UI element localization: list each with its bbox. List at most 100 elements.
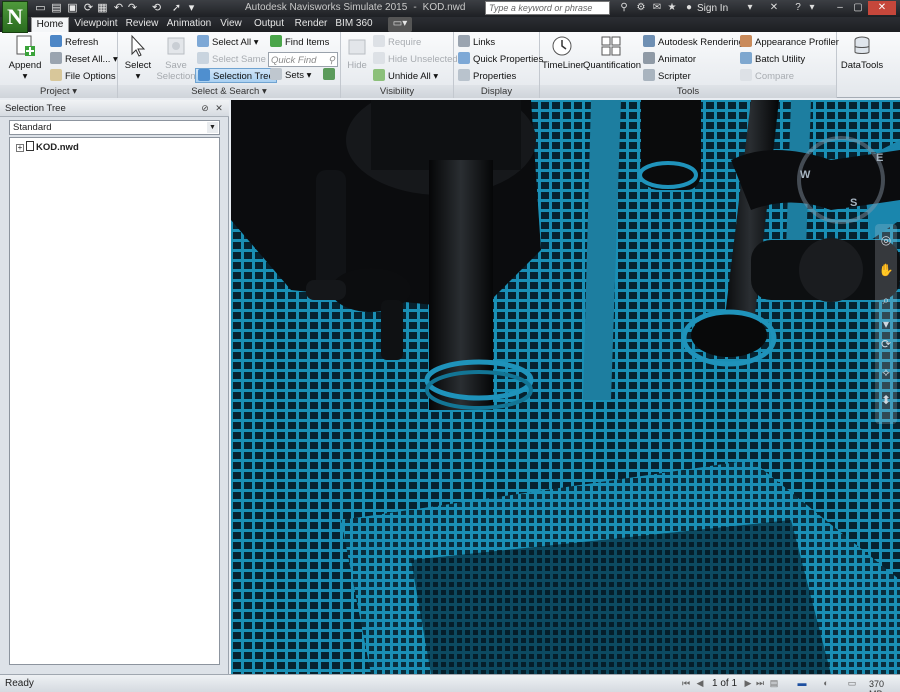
steering-wheel-icon[interactable]: ◎ [878,232,894,248]
communication-center-icon[interactable]: ✉ [651,2,663,14]
tab-view[interactable]: View [217,17,245,32]
next-sheet-icon[interactable]: ▶ [742,678,754,689]
datatools-button[interactable]: DataTools [840,34,884,84]
save-selection-button[interactable]: Save Selection [156,34,196,84]
quick-find-search-icon[interactable]: ⚲ [328,53,335,68]
find-items-button[interactable]: Find Items [270,35,329,50]
undo-icon[interactable]: ↶ [112,2,125,14]
file-options-button[interactable]: File Options [50,69,116,84]
close-button[interactable]: ✕ [868,1,896,15]
help-dropdown-icon[interactable]: ▾ [806,2,818,14]
properties-button[interactable]: Properties [458,69,516,84]
append-button[interactable]: Append ▾ [6,34,44,84]
orbit-icon[interactable]: ⟳ [878,336,894,352]
hide-unselected-label: Hide Unselected [388,54,458,65]
print-icon[interactable]: ▦ [96,2,109,14]
sign-in-button[interactable]: Sign In [697,3,728,14]
zoom-icon[interactable]: ⌕ [878,292,894,308]
animator-label: Animator [658,54,697,65]
favorites-icon[interactable]: ★ [666,2,678,14]
scene-viewport[interactable]: W S E ◎ ✋ ⌕ ▾ ⟳ ⟡ ⬍ [231,100,900,674]
quick-properties-button[interactable]: Quick Properties [458,52,543,67]
scripter-icon [643,69,655,81]
sign-in-dropdown-icon[interactable]: ▾ [744,2,756,14]
minimize-button[interactable]: – [832,1,848,15]
refresh-button[interactable]: Refresh [50,35,98,50]
quick-find-input[interactable]: Quick Find ⚲ [268,52,338,67]
sheet-browser-icon[interactable]: ▤ [768,678,780,689]
scripter-button[interactable]: Scripter [643,69,691,84]
pane-autohide-icon[interactable]: ⊘ [200,102,210,114]
select-all-button[interactable]: Select All ▾ [197,35,259,50]
redo-icon[interactable]: ↷ [126,2,139,14]
links-button[interactable]: Links [458,35,495,50]
viewcube-south-label[interactable]: S [850,197,857,209]
viewcube-east-label[interactable]: E [876,152,883,164]
tab-output[interactable]: Output [250,17,288,32]
select-same-button[interactable]: Select Same ▾ [197,52,273,67]
tab-review[interactable]: Review [123,17,161,32]
reset-all-button[interactable]: Reset All... ▾ [50,52,118,67]
application-menu-button[interactable]: N [2,1,28,33]
batch-utility-button[interactable]: Batch Utility [740,52,805,67]
first-sheet-icon[interactable]: ⏮ [680,678,692,689]
qat-dropdown-icon[interactable]: ▾ [185,2,198,14]
walk-icon[interactable]: ⟡ [878,364,894,380]
append-icon [16,35,35,56]
quantification-button[interactable]: Quantification [583,34,641,84]
select-button[interactable]: Select ▾ [122,34,154,84]
pan-hand-icon[interactable]: ✋ [878,262,894,278]
look-icon[interactable]: ⬍ [878,392,894,408]
disk-progress-icon: ◐ [823,678,829,688]
binoculars-icon[interactable]: ⚲ [618,2,630,14]
tab-bim360[interactable]: BIM 360 [334,17,374,32]
tab-viewpoint[interactable]: Viewpoint [71,17,121,32]
refresh-icon[interactable]: ⟳ [82,2,95,14]
user-icon[interactable]: ● [683,2,695,14]
require-button[interactable]: Require [373,35,421,50]
last-sheet-icon[interactable]: ⏭ [754,678,766,689]
subscription-icon[interactable]: ⚙ [635,2,647,14]
panel-title-select-search[interactable]: Select & Search ▾ [118,85,340,98]
sets-button[interactable]: Sets ▾ [270,68,311,83]
tab-home[interactable]: Home [31,17,69,32]
pane-close-icon[interactable]: ✕ [214,102,224,114]
selection-tree-button[interactable]: Selection Tree [195,68,277,83]
append-dropdown-icon: ▾ [22,71,28,82]
timeliner-button[interactable]: TimeLiner [542,34,584,84]
autodesk-rendering-button[interactable]: Autodesk Rendering [643,35,744,50]
open-folder-icon[interactable]: ▤ [50,2,63,14]
ribbon-options-icon[interactable]: ▭▾ [388,17,412,32]
sync-icon[interactable]: ⟲ [150,2,163,14]
sets-manage-button[interactable] [323,68,338,83]
expand-plus-icon[interactable]: + [16,144,24,152]
hide-unselected-button[interactable]: Hide Unselected [373,52,458,67]
previous-sheet-icon[interactable]: ◀ [694,678,706,689]
appearance-profiler-button[interactable]: Appearance Profiler [740,35,839,50]
unhide-all-button[interactable]: Unhide All ▾ [373,69,438,84]
new-file-icon[interactable]: ▭ [34,2,47,14]
help-search-input[interactable]: Type a keyword or phrase [485,1,610,15]
reset-icon [50,52,62,64]
datatools-icon [854,36,870,54]
maximize-button[interactable]: ▢ [850,1,866,15]
tab-animation[interactable]: Animation [163,17,215,32]
ribbon-tabs: Home Viewpoint Review Animation View Out… [0,17,900,32]
selection-tree-mode-select[interactable]: Standard ▼ [9,120,220,135]
selection-tree-header: Selection Tree ⊘ ✕ [0,100,229,117]
select-cursor-icon[interactable]: ➚ [170,2,183,14]
hide-button[interactable]: Hide [343,34,371,84]
animator-button[interactable]: Animator [643,52,696,67]
tab-render[interactable]: Render [292,17,330,32]
exchange-apps-icon[interactable]: ✕ [768,2,780,14]
viewcube-west-label[interactable]: W [800,169,810,181]
panel-title-project[interactable]: Project ▾ [0,85,117,98]
zoom-dropdown-icon[interactable]: ▾ [878,316,894,332]
tree-item-root[interactable]: + KOD.nwd [16,141,79,153]
chevron-down-icon[interactable]: ▼ [207,122,218,133]
compare-button[interactable]: Compare [740,69,794,84]
quick-find-placeholder: Quick Find [271,55,317,66]
save-selection-icon [167,37,185,55]
help-icon[interactable]: ? [792,2,804,14]
save-icon[interactable]: ▣ [66,2,79,14]
